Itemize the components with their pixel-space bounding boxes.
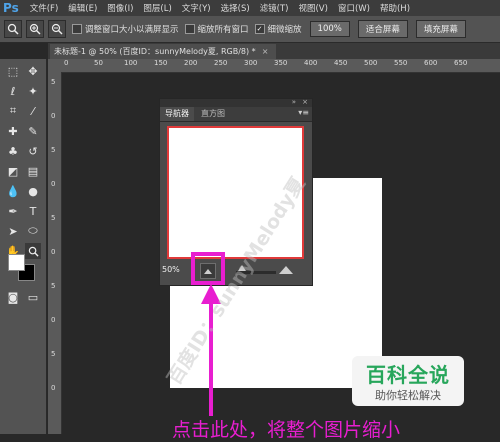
menu-window[interactable]: 窗口(W) xyxy=(333,2,375,14)
gradient-tool-icon[interactable]: ▤ xyxy=(25,163,41,179)
resize-windows-label: 调整窗口大小以满屏显示 xyxy=(85,25,179,35)
photoshop-logo: Ps xyxy=(3,1,19,15)
pen-tool-icon[interactable]: ✒ xyxy=(5,203,21,219)
zoom-in-icon[interactable] xyxy=(26,20,44,38)
ruler-tick: 5 xyxy=(51,282,56,290)
ruler-tick: 350 xyxy=(274,59,288,67)
eraser-tool-icon[interactable]: ◩ xyxy=(5,163,21,179)
highlight-box xyxy=(191,252,225,285)
menu-select[interactable]: 选择(S) xyxy=(216,2,255,14)
brush-tool-icon[interactable]: ✎ xyxy=(25,123,41,139)
marquee-tool-icon[interactable]: ⬚ xyxy=(5,63,21,79)
panel-menu-icon[interactable]: ▾≡ xyxy=(298,108,309,117)
ruler-tick: 5 xyxy=(51,350,56,358)
ruler-tick: 100 xyxy=(124,59,138,67)
crop-tool-icon[interactable]: ⌗ xyxy=(5,103,21,119)
navigator-zoom-row: 50% xyxy=(160,261,312,281)
navigator-tabs: 导航器 直方图 ▾≡ xyxy=(160,107,312,122)
zoom-tool-icon[interactable] xyxy=(25,243,41,259)
zoom-all-windows-label: 缩放所有窗口 xyxy=(197,25,249,35)
ruler-tick: 600 xyxy=(424,59,438,67)
zoom-slider-thumb[interactable] xyxy=(238,265,246,271)
horizontal-ruler: 0 50 100 150 200 250 300 350 400 450 500… xyxy=(48,59,500,73)
zoom-tool-preset-icon[interactable] xyxy=(4,20,22,38)
instruction-caption: 点击此处，将整个图片缩小 xyxy=(172,419,401,441)
ruler-tick: 550 xyxy=(394,59,408,67)
menu-layer[interactable]: 图层(L) xyxy=(138,2,176,14)
magic-wand-icon[interactable]: ✦ xyxy=(25,83,41,99)
close-panel-icon[interactable]: × xyxy=(302,98,308,106)
menu-bar: Ps 文件(F) 编辑(E) 图像(I) 图层(L) 文字(Y) 选择(S) 滤… xyxy=(0,0,500,16)
close-icon[interactable]: × xyxy=(262,47,269,56)
tab-histogram[interactable]: 直方图 xyxy=(196,107,230,121)
menu-image[interactable]: 图像(I) xyxy=(102,2,138,14)
eyedropper-icon[interactable]: ⁄ xyxy=(25,103,41,119)
ruler-tick: 500 xyxy=(364,59,378,67)
ruler-tick: 5 xyxy=(51,146,56,154)
zoom-all-windows-checkbox[interactable] xyxy=(184,24,195,34)
path-selection-icon[interactable]: ➤ xyxy=(5,223,21,239)
quick-mask-icon[interactable]: ◙ xyxy=(5,289,21,305)
menu-filter[interactable]: 滤镜(T) xyxy=(255,2,294,14)
dodge-tool-icon[interactable]: ● xyxy=(25,183,41,199)
move-tool-icon[interactable]: ✥ xyxy=(25,63,41,79)
ruler-tick: 0 xyxy=(51,112,56,120)
collapse-icon[interactable]: » xyxy=(292,98,296,106)
navigator-preview[interactable] xyxy=(167,126,304,259)
actual-pixels-button[interactable]: 100% xyxy=(309,21,350,37)
ruler-tick: 250 xyxy=(214,59,228,67)
ruler-tick: 5 xyxy=(51,214,56,222)
blur-tool-icon[interactable]: 💧 xyxy=(5,183,21,199)
brand-subtitle: 助你轻松解决 xyxy=(375,389,441,402)
screen-mode-icon[interactable]: ▭ xyxy=(25,289,41,305)
zoom-in-button[interactable] xyxy=(278,263,294,277)
brand-badge: 百科全说 助你轻松解决 xyxy=(352,356,464,406)
menu-file[interactable]: 文件(F) xyxy=(25,2,64,14)
ruler-tick: 5 xyxy=(51,78,56,86)
menu-type[interactable]: 文字(Y) xyxy=(177,2,216,14)
ruler-tick: 150 xyxy=(154,59,168,67)
menu-help[interactable]: 帮助(H) xyxy=(375,2,415,14)
ruler-tick: 200 xyxy=(184,59,198,67)
type-tool-icon[interactable]: T xyxy=(25,203,41,219)
clone-stamp-icon[interactable]: ♣ xyxy=(5,143,21,159)
document-tab-bar: 未标题-1 @ 50% (百度ID：sunnyMelody夏, RGB/8) *… xyxy=(48,43,500,59)
ruler-tick: 300 xyxy=(244,59,258,67)
navigator-panel: » × 导航器 直方图 ▾≡ 50% xyxy=(159,98,313,286)
ruler-tick: 50 xyxy=(94,59,103,67)
toolbox: ⬚ ✥ ℓ ✦ ⌗ ⁄ ✚ ✎ ♣ ↺ ◩ ▤ 💧 ● ✒ T ➤ ⬭ ✋ ◙ … xyxy=(0,59,47,434)
ruler-tick: 650 xyxy=(454,59,468,67)
ruler-tick: 0 xyxy=(51,180,56,188)
brand-title: 百科全说 xyxy=(366,363,450,387)
history-brush-icon[interactable]: ↺ xyxy=(25,143,41,159)
zoom-value[interactable]: 50% xyxy=(162,265,180,274)
zoom-slider[interactable] xyxy=(236,271,276,274)
foreground-color-swatch[interactable] xyxy=(8,254,25,271)
document-tab[interactable]: 未标题-1 @ 50% (百度ID：sunnyMelody夏, RGB/8) *… xyxy=(50,44,277,59)
lasso-tool-icon[interactable]: ℓ xyxy=(5,83,21,99)
panel-header[interactable]: » × xyxy=(160,98,312,107)
resize-windows-checkbox[interactable] xyxy=(72,24,82,34)
scrubby-zoom-label: 细微缩放 xyxy=(267,25,302,35)
scrubby-zoom-checkbox[interactable]: ✓ xyxy=(254,24,265,34)
document-title: 未标题-1 @ 50% (百度ID：sunnyMelody夏, RGB/8) * xyxy=(54,47,256,56)
ruler-tick: 400 xyxy=(304,59,318,67)
pointer-arrow-icon xyxy=(201,284,221,416)
zoom-out-icon[interactable] xyxy=(48,20,66,38)
tab-navigator[interactable]: 导航器 xyxy=(160,107,194,121)
fill-screen-button[interactable]: 填充屏幕 xyxy=(415,20,466,38)
menu-edit[interactable]: 编辑(E) xyxy=(63,2,102,14)
vertical-ruler: 5 0 5 0 5 0 5 0 5 0 xyxy=(48,72,62,434)
shape-tool-icon[interactable]: ⬭ xyxy=(25,223,41,239)
fit-screen-button[interactable]: 适合屏幕 xyxy=(357,20,408,38)
ruler-tick: 0 xyxy=(51,248,56,256)
healing-brush-icon[interactable]: ✚ xyxy=(5,123,21,139)
ruler-tick: 0 xyxy=(51,384,56,392)
ruler-tick: 450 xyxy=(334,59,348,67)
ruler-tick: 0 xyxy=(51,316,56,324)
options-bar: 调整窗口大小以满屏显示 缩放所有窗口 ✓ 细微缩放 100% 适合屏幕 填充屏幕 xyxy=(0,16,500,43)
ruler-tick: 0 xyxy=(64,59,69,67)
menu-view[interactable]: 视图(V) xyxy=(293,2,332,14)
